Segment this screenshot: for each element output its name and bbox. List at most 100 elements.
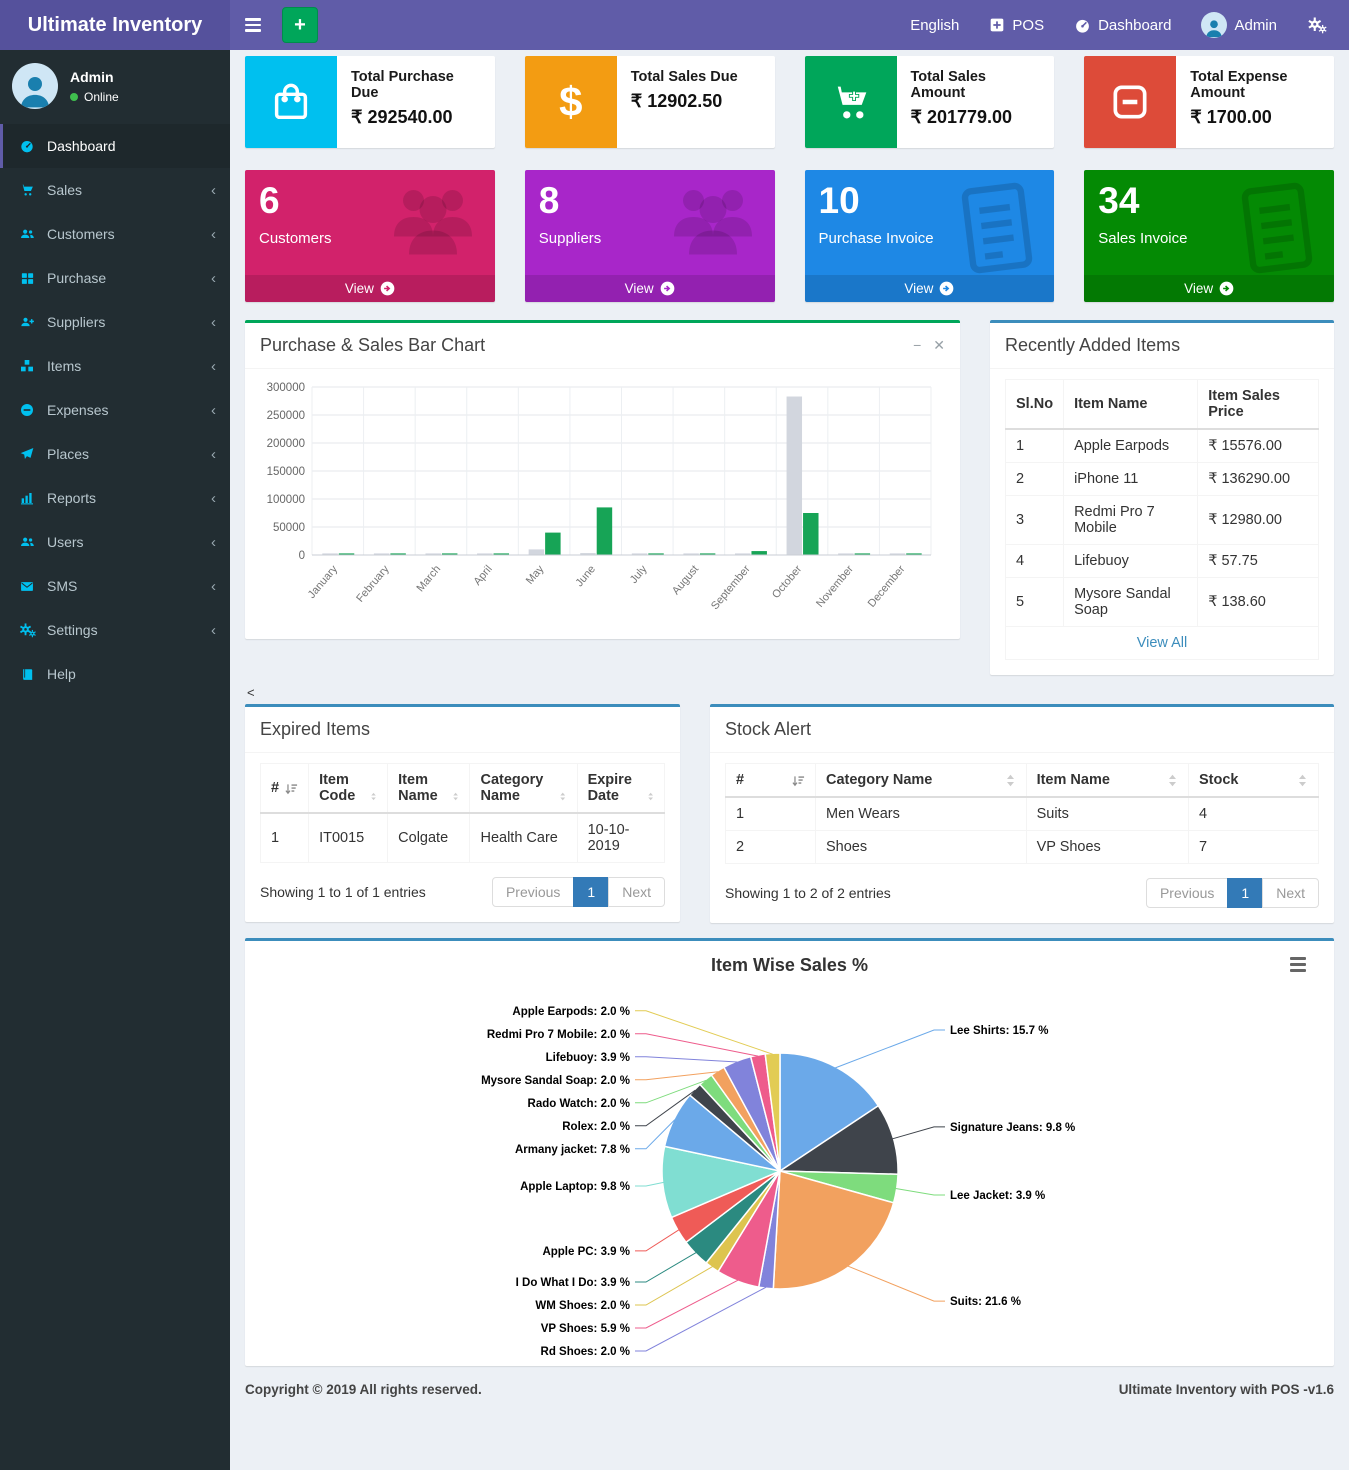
- sidebar-user-panel: Admin Online: [0, 50, 230, 122]
- sidebar-item-reports[interactable]: Reports‹: [0, 476, 230, 520]
- sortable-column-header[interactable]: Item Code: [309, 764, 388, 814]
- sidebar-item-customers[interactable]: Customers‹: [0, 212, 230, 256]
- invoice-icon: [1234, 182, 1320, 279]
- users-group-icon: [665, 182, 761, 263]
- view-suppliers-link[interactable]: View: [525, 275, 775, 302]
- table-row: 1 IT0015 Colgate Health Care 10-10-2019: [261, 813, 665, 863]
- sortable-column-header[interactable]: Stock: [1189, 764, 1319, 798]
- sortable-column-header[interactable]: Item Name: [388, 764, 470, 814]
- sidebar-item-dashboard[interactable]: Dashboard: [0, 124, 230, 168]
- svg-text:Apple PC: 3.9 %: Apple PC: 3.9 %: [542, 1246, 630, 1258]
- column-header: Item Name: [1064, 380, 1198, 430]
- cart-icon: [15, 182, 39, 198]
- table-row: 2iPhone 11₹ 136290.00: [1006, 463, 1319, 496]
- sidebar-item-sms[interactable]: SMS‹: [0, 564, 230, 608]
- sidebar: Admin Online Dashboard Sales‹ Customers‹…: [0, 50, 230, 1470]
- chevron-left-icon: ‹: [211, 182, 216, 199]
- tile-customers[interactable]: 6 Customers View: [245, 170, 495, 302]
- svg-text:Lee Jacket: 3.9 %: Lee Jacket: 3.9 %: [950, 1190, 1045, 1202]
- svg-text:300000: 300000: [267, 382, 305, 394]
- card-total-sales-amount: Total Sales Amount₹ 201779.00: [805, 56, 1055, 148]
- column-header: Sl.No: [1006, 380, 1064, 430]
- sidebar-item-help[interactable]: Help: [0, 652, 230, 696]
- page-number-button[interactable]: 1: [573, 877, 609, 907]
- svg-text:Lifebuoy: 3.9 %: Lifebuoy: 3.9 %: [546, 1052, 630, 1064]
- tile-sales-invoice[interactable]: 34 Sales Invoice View: [1084, 170, 1334, 302]
- sortable-column-header[interactable]: Category Name: [816, 764, 1027, 798]
- card-total-sales-due: $ Total Sales Due₹ 12902.50: [525, 56, 775, 148]
- svg-text:Rd Shoes: 2.0 %: Rd Shoes: 2.0 %: [541, 1346, 630, 1358]
- next-page-button[interactable]: Next: [1262, 878, 1319, 908]
- app-root: Ultimate Inventory + English POS Dashboa…: [0, 0, 1349, 1470]
- arrow-circle-right-icon: [1219, 281, 1234, 296]
- previous-page-button[interactable]: Previous: [1146, 878, 1228, 908]
- tile-purchase-invoice[interactable]: 10 Purchase Invoice View: [805, 170, 1055, 302]
- sidebar-item-settings[interactable]: Settings‹: [0, 608, 230, 652]
- sidebar-item-purchase[interactable]: Purchase‹: [0, 256, 230, 300]
- cubes-icon: [15, 358, 39, 374]
- close-icon[interactable]: ✕: [933, 337, 945, 354]
- sidebar-item-users[interactable]: Users‹: [0, 520, 230, 564]
- cart-plus-icon: [805, 56, 897, 148]
- count-tiles-row: 6 Customers View 8 Suppliers View: [245, 170, 1334, 302]
- view-all-link[interactable]: View All: [1137, 635, 1188, 651]
- settings-gears-button[interactable]: [1307, 16, 1327, 34]
- bar-chart-icon: [15, 490, 39, 506]
- sidebar-menu: Dashboard Sales‹ Customers‹ Purchase‹ Su…: [0, 124, 230, 696]
- view-purchase-invoice-link[interactable]: View: [805, 275, 1055, 302]
- expired-items-title: Expired Items: [260, 719, 370, 740]
- grid-icon: [15, 271, 39, 286]
- recent-items-table: Sl.No Item Name Item Sales Price 1Apple …: [1005, 379, 1319, 660]
- sortable-column-header[interactable]: #: [726, 764, 816, 798]
- users-icon: [15, 226, 39, 242]
- sidebar-item-places[interactable]: Places‹: [0, 432, 230, 476]
- view-sales-invoice-link[interactable]: View: [1084, 275, 1334, 302]
- chart-context-menu-icon[interactable]: [1286, 953, 1310, 976]
- svg-text:April: April: [471, 563, 494, 588]
- sidebar-user-name: Admin: [70, 69, 119, 85]
- envelope-icon: [15, 579, 39, 594]
- sortable-column-header[interactable]: #: [261, 764, 309, 814]
- pos-link[interactable]: POS: [989, 17, 1044, 34]
- navbar-right: English POS Dashboard Admin: [910, 12, 1349, 38]
- stock-alert-title: Stock Alert: [725, 719, 811, 740]
- sort-updown-icon: [452, 789, 459, 804]
- svg-text:Suits: 21.6 %: Suits: 21.6 %: [950, 1296, 1021, 1308]
- table-row: 5Mysore Sandal Soap₹ 138.60: [1006, 578, 1319, 627]
- previous-page-button[interactable]: Previous: [492, 877, 574, 907]
- entries-info: Showing 1 to 2 of 2 entries: [725, 885, 891, 901]
- svg-text:Redmi Pro 7 Mobile: 2.0 %: Redmi Pro 7 Mobile: 2.0 %: [487, 1029, 630, 1041]
- sidebar-user-status: Online: [84, 90, 119, 104]
- quick-add-button[interactable]: +: [282, 7, 318, 43]
- user-menu[interactable]: Admin: [1201, 12, 1277, 38]
- sortable-column-header[interactable]: Category Name: [470, 764, 577, 814]
- collapse-icon[interactable]: −: [913, 337, 921, 354]
- sortable-column-header[interactable]: Expire Date: [577, 764, 664, 814]
- sidebar-item-expenses[interactable]: Expenses‹: [0, 388, 230, 432]
- table-row: 3Redmi Pro 7 Mobile₹ 12980.00: [1006, 496, 1319, 545]
- tile-suppliers[interactable]: 8 Suppliers View: [525, 170, 775, 302]
- version-text: Ultimate Inventory with POS -v1.6: [1119, 1382, 1334, 1397]
- language-menu[interactable]: English: [910, 17, 959, 34]
- paper-plane-icon: [15, 446, 39, 462]
- avatar: [12, 63, 58, 109]
- sidebar-toggle-button[interactable]: [230, 0, 276, 50]
- sidebar-item-items[interactable]: Items‹: [0, 344, 230, 388]
- sortable-column-header[interactable]: Item Name: [1026, 764, 1188, 798]
- svg-text:Mysore Sandal Soap: 2.0 %: Mysore Sandal Soap: 2.0 %: [481, 1075, 630, 1087]
- top-navbar: Ultimate Inventory + English POS Dashboa…: [0, 0, 1349, 50]
- page-number-button[interactable]: 1: [1227, 878, 1263, 908]
- view-customers-link[interactable]: View: [245, 275, 495, 302]
- item-wise-sales-panel: Item Wise Sales % Lee Shirts: 15.7 %Sign…: [245, 938, 1334, 1366]
- sort-updown-icon: [370, 789, 377, 804]
- dashboard-link[interactable]: Dashboard: [1074, 17, 1171, 34]
- arrow-circle-right-icon: [380, 281, 395, 296]
- next-page-button[interactable]: Next: [608, 877, 665, 907]
- sidebar-item-sales[interactable]: Sales‹: [0, 168, 230, 212]
- svg-text:February: February: [354, 563, 392, 605]
- chevron-left-icon: ‹: [211, 534, 216, 551]
- sidebar-item-suppliers[interactable]: Suppliers‹: [0, 300, 230, 344]
- bar-chart-title: Purchase & Sales Bar Chart: [260, 335, 485, 356]
- cogs-icon: [15, 622, 39, 638]
- sort-updown-icon: [559, 789, 567, 804]
